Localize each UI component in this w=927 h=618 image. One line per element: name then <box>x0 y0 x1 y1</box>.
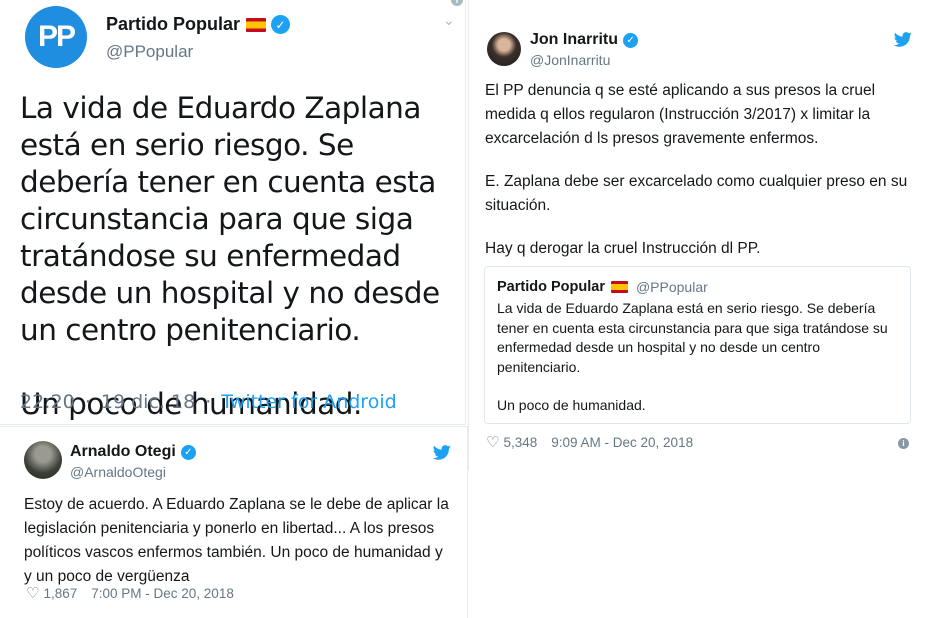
user-handle[interactable]: @ArnaldoOtegi <box>70 464 166 480</box>
display-name[interactable]: Jon Inarritu <box>530 31 618 49</box>
tweet-text: La vida de Eduardo Zaplana está en serio… <box>20 90 460 423</box>
tweet-text: Estoy de acuerdo. A Eduardo Zaplana se l… <box>24 493 454 589</box>
quoted-paragraph: La vida de Eduardo Zaplana está en serio… <box>497 300 888 375</box>
meta-separator: · <box>84 391 91 413</box>
tweet-meta: 22:20 · 19 dic. 18 · Twitter for Android <box>20 391 397 413</box>
pp-tweet-card: PP Partido Popular ✓ @PPopular i ⌄ La vi… <box>0 0 466 425</box>
tweet-meta: ♡ 5,348 9:09 AM - Dec 20, 2018 <box>486 435 693 450</box>
tweet-paragraph: El PP denuncia q se esté aplicando a sus… <box>485 82 876 147</box>
chevron-down-icon[interactable]: ⌄ <box>443 12 455 29</box>
display-name[interactable]: Partido Popular <box>106 14 240 35</box>
tweet-source-link[interactable]: Twitter for Android <box>221 391 396 413</box>
like-count[interactable]: 1,867 <box>43 586 77 601</box>
user-handle[interactable]: @PPopular <box>106 42 193 62</box>
spain-flag-icon <box>610 281 628 293</box>
display-name[interactable]: Arnaldo Otegi <box>70 443 176 461</box>
tweet-paragraph: Estoy de acuerdo. A Eduardo Zaplana se l… <box>24 496 449 585</box>
quoted-tweet-text: La vida de Eduardo Zaplana está en serio… <box>497 299 902 416</box>
twitter-bird-icon[interactable] <box>433 445 451 460</box>
quoted-paragraph: Un poco de humanidad. <box>497 397 646 413</box>
avatar[interactable] <box>487 32 521 66</box>
quoted-display-name: Partido Popular <box>497 279 605 295</box>
pp-name-row: Partido Popular ✓ <box>106 14 291 35</box>
tweet-date[interactable]: 19 dic. 18 <box>101 391 195 413</box>
verified-badge-icon: ✓ <box>180 444 196 460</box>
tweet-timestamp[interactable]: 9:09 AM - Dec 20, 2018 <box>551 435 693 450</box>
tweet-paragraph: La vida de Eduardo Zaplana está en serio… <box>20 91 440 347</box>
tweet-time[interactable]: 22:20 <box>20 391 75 413</box>
spain-flag-icon <box>246 17 267 32</box>
pp-logo-text: PP <box>37 20 76 53</box>
tweet-paragraph: Hay q derogar la cruel Instrucción dl PP… <box>485 240 761 257</box>
twitter-bird-icon[interactable] <box>894 32 912 47</box>
quoted-name-row: Partido Popular @PPopular <box>497 279 708 295</box>
avatar[interactable] <box>24 441 62 479</box>
quoted-user-handle: @PPopular <box>635 279 708 295</box>
info-icon[interactable]: i <box>898 438 909 449</box>
name-row: Jon Inarritu ✓ <box>530 31 639 49</box>
tweet-paragraph: E. Zaplana debe ser excarcelado como cua… <box>485 173 908 214</box>
otegi-tweet-card: Arnaldo Otegi ✓ @ArnaldoOtegi Estoy de a… <box>0 426 468 618</box>
info-icon[interactable]: i <box>451 0 463 6</box>
tweet-text: El PP denuncia q se esté aplicando a sus… <box>485 79 915 261</box>
tweet-timestamp[interactable]: 7:00 PM - Dec 20, 2018 <box>91 586 234 601</box>
verified-badge-icon: ✓ <box>271 15 291 34</box>
heart-icon[interactable]: ♡ <box>26 586 39 601</box>
jon-tweet-card: Jon Inarritu ✓ @JonInarritu El PP denunc… <box>468 0 927 470</box>
pp-avatar[interactable]: PP <box>25 6 87 68</box>
meta-separator: · <box>205 391 212 413</box>
user-handle[interactable]: @JonInarritu <box>530 52 610 68</box>
verified-badge-icon: ✓ <box>623 32 639 48</box>
like-count[interactable]: 5,348 <box>503 435 537 450</box>
heart-icon[interactable]: ♡ <box>486 435 499 450</box>
tweet-meta: ♡ 1,867 7:00 PM - Dec 20, 2018 <box>26 586 234 601</box>
name-row: Arnaldo Otegi ✓ <box>70 443 196 461</box>
quoted-tweet[interactable]: Partido Popular @PPopular La vida de Edu… <box>484 266 911 424</box>
